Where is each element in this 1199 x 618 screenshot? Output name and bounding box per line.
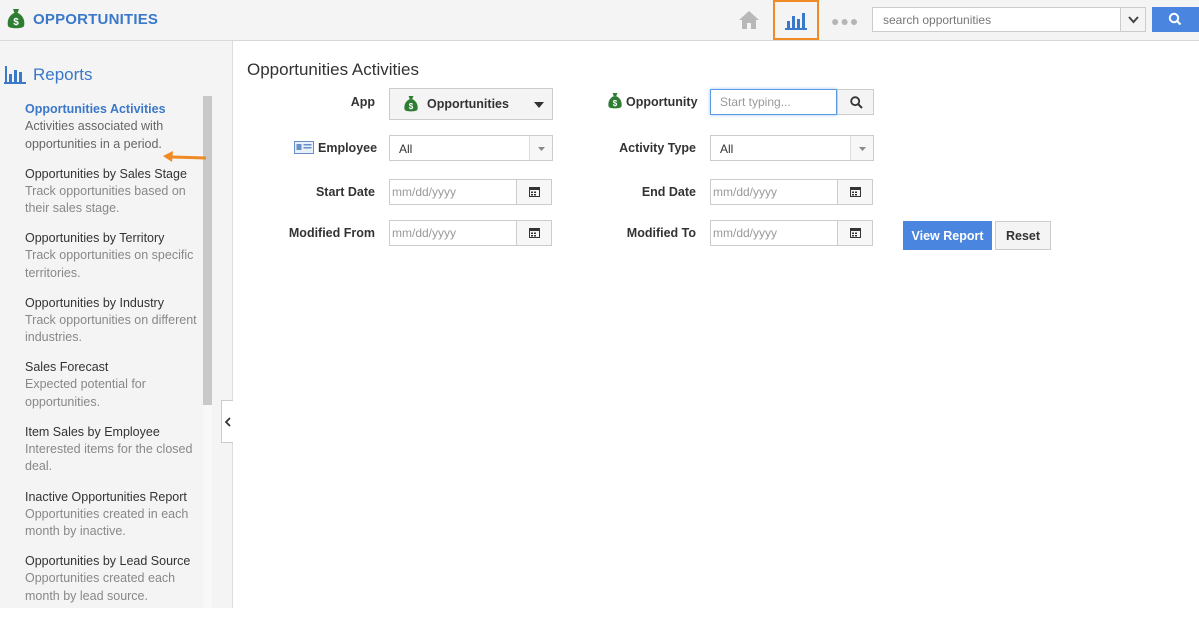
calendar-icon: [850, 228, 861, 238]
app-title: OPPORTUNITIES: [33, 10, 159, 28]
report-list: Opportunities Activities Activities asso…: [25, 101, 203, 618]
sidebar-item-desc: Activities associated with opportunities…: [25, 119, 164, 151]
search-input[interactable]: [873, 8, 1121, 31]
sidebar-item-title: Item Sales by Employee: [25, 424, 160, 439]
end-date-label: End Date: [641, 185, 696, 199]
sidebar-item-lead-source[interactable]: Opportunities by Lead Source Opportuniti…: [25, 553, 203, 618]
money-bag-icon: $: [7, 9, 25, 29]
sidebar-item-title: Inactive Opportunities Report: [25, 489, 187, 504]
bar-chart-icon: [785, 13, 807, 30]
svg-text:$: $: [409, 102, 414, 111]
sidebar-item-title: Opportunities by Lead Source: [25, 554, 191, 569]
sidebar-item-desc: Opportunities created each month by lead…: [25, 571, 176, 603]
start-date-field: [389, 179, 552, 205]
search-dropdown-button[interactable]: [1120, 8, 1145, 31]
employee-select-caret: [529, 136, 552, 160]
chevron-left-icon: [224, 417, 231, 427]
activity-type-select-value: All: [720, 142, 734, 156]
arrow-annotation-icon: [163, 151, 207, 162]
start-date-label: Start Date: [315, 185, 375, 199]
activity-type-select-caret: [850, 136, 873, 160]
sidebar-item-territory[interactable]: Opportunities by Territory Track opportu…: [25, 230, 203, 295]
opportunity-label: Opportunity: [626, 95, 698, 109]
modified-to-input[interactable]: [711, 221, 837, 245]
top-header: $ OPPORTUNITIES ●●●: [0, 0, 1199, 41]
sidebar-item-sales-forecast[interactable]: Sales Forecast Expected potential for op…: [25, 359, 203, 424]
bar-chart-icon: [4, 66, 26, 84]
reset-button[interactable]: Reset: [995, 221, 1051, 250]
sidebar-item-title: Sales Forecast: [25, 360, 109, 375]
search-icon: [1168, 12, 1182, 26]
reports-sidebar: Reports Opportunities Activities Activit…: [0, 41, 233, 608]
sidebar-item-sales-stage[interactable]: Opportunities by Sales Stage Track oppor…: [25, 166, 203, 231]
reports-nav-button[interactable]: [773, 0, 819, 40]
sidebar-item-desc: Track opportunities on specific territor…: [25, 248, 194, 280]
modified-to-picker-button[interactable]: [837, 221, 872, 245]
modified-from-label: Modified From: [288, 226, 375, 240]
caret-down-icon: [538, 147, 545, 151]
modified-to-label: Modified To: [626, 226, 696, 240]
svg-text:$: $: [13, 17, 19, 28]
sidebar-item-item-sales-by-employee[interactable]: Item Sales by Employee Interested items …: [25, 424, 203, 489]
view-report-button[interactable]: View Report: [903, 221, 992, 250]
sidebar-heading: Reports: [4, 65, 93, 85]
sidebar-item-desc: Opportunities created in each month by i…: [25, 506, 189, 539]
page-title: Opportunities Activities: [247, 60, 419, 79]
sidebar-scrollbar-thumb[interactable]: [203, 96, 212, 405]
start-date-input[interactable]: [390, 180, 516, 204]
sidebar-item-title: Opportunities by Sales Stage: [25, 166, 187, 181]
modified-to-field: [710, 220, 873, 246]
sidebar-item-desc: Interested items for the closed deal.: [25, 441, 193, 474]
calendar-icon: [529, 187, 540, 197]
search-button[interactable]: [1152, 7, 1199, 32]
employee-label: Employee: [318, 141, 378, 155]
caret-down-icon: [534, 102, 544, 108]
sidebar-item-inactive-opportunities[interactable]: Inactive Opportunities Report Opportunit…: [25, 489, 203, 554]
end-date-picker-button[interactable]: [837, 180, 872, 204]
end-date-input[interactable]: [711, 180, 837, 204]
sidebar-scrollbar-track[interactable]: [203, 405, 212, 608]
opportunity-search-button[interactable]: [837, 89, 874, 115]
caret-down-icon: [859, 147, 866, 151]
chevron-down-icon: [1128, 16, 1139, 24]
money-bag-icon: $: [608, 93, 622, 109]
employee-select-value: All: [399, 142, 413, 156]
search-icon: [850, 96, 863, 109]
sidebar-item-title: Opportunities Activities: [25, 102, 166, 116]
svg-text:$: $: [613, 99, 618, 108]
app-label: App: [350, 95, 375, 109]
sidebar-heading-label: Reports: [33, 65, 93, 84]
search-box: [872, 7, 1146, 32]
modified-from-picker-button[interactable]: [516, 221, 551, 245]
money-bag-icon: $: [404, 96, 418, 112]
sidebar-item-industry[interactable]: Opportunities by Industry Track opportun…: [25, 295, 203, 360]
end-date-field: [710, 179, 873, 205]
start-date-picker-button[interactable]: [516, 180, 551, 204]
modified-from-input[interactable]: [390, 221, 516, 245]
modified-from-field: [389, 220, 552, 246]
sidebar-item-desc: Track opportunities on different industr…: [25, 312, 197, 345]
brand[interactable]: $ OPPORTUNITIES: [6, 8, 158, 30]
sidebar-item-title: Opportunities by Industry: [25, 295, 164, 310]
home-icon[interactable]: [738, 10, 760, 30]
app-dropdown[interactable]: $ Opportunities: [389, 88, 553, 120]
opportunity-input[interactable]: [710, 89, 837, 115]
sidebar-item-desc: Track opportunities based on their sales…: [25, 183, 186, 216]
sidebar-collapse-button[interactable]: [221, 400, 233, 443]
sidebar-item-desc: Expected potential for opportunities.: [25, 377, 146, 409]
activity-type-label: Activity Type: [619, 141, 696, 155]
employee-select[interactable]: All: [389, 135, 553, 161]
id-card-icon: [294, 141, 314, 154]
more-icon[interactable]: ●●●: [831, 13, 859, 29]
calendar-icon: [529, 228, 540, 238]
app-dropdown-value: Opportunities: [427, 97, 509, 111]
sidebar-item-title: Opportunities by Territory: [25, 231, 165, 246]
activity-type-select[interactable]: All: [710, 135, 874, 161]
calendar-icon: [850, 187, 861, 197]
